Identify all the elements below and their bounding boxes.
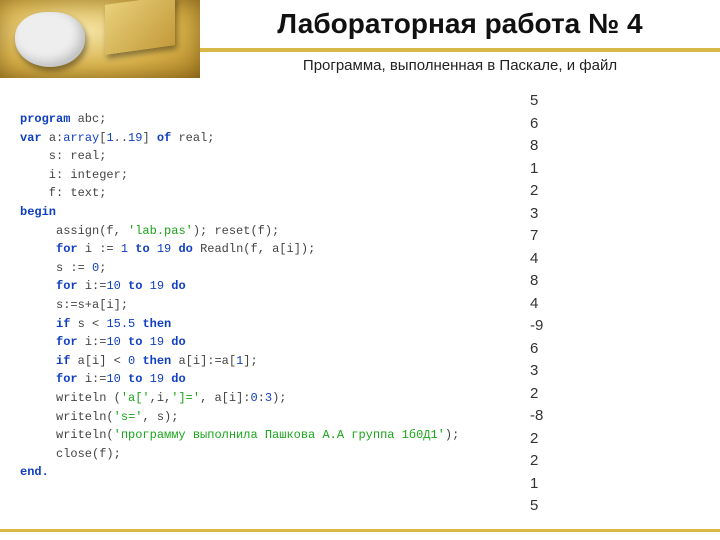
code-line: i: integer; [20, 166, 510, 185]
file-data-value: 2 [510, 428, 720, 451]
code-line: s: real; [20, 147, 510, 166]
logo-image [0, 0, 200, 78]
file-data-value: 4 [510, 248, 720, 271]
code-line: writeln('программу выполнила Пашкова А.А… [20, 426, 510, 445]
file-data-value: 7 [510, 225, 720, 248]
code-line: program abc; [20, 110, 510, 129]
code-line: writeln ('a[',i,']=', a[i]:0:3); [20, 389, 510, 408]
file-data-value: 3 [510, 360, 720, 383]
file-data-value: 2 [510, 180, 720, 203]
file-data-value: 8 [510, 270, 720, 293]
file-data-value: -8 [510, 405, 720, 428]
code-line: if s < 15.5 then [20, 315, 510, 334]
file-data-value: 1 [510, 158, 720, 181]
code-line: f: text; [20, 184, 510, 203]
file-data-column: 5681237484-9632-82215 [510, 90, 720, 525]
slide-content: program abc;var a:array[1..19] of real; … [0, 90, 720, 525]
pascal-code-block: program abc;var a:array[1..19] of real; … [0, 90, 510, 525]
slide-title: Лабораторная работа № 4 [277, 8, 642, 40]
footer-accent-line [0, 529, 720, 532]
file-data-value: 5 [510, 90, 720, 113]
code-line: for i:=10 to 19 do [20, 277, 510, 296]
file-data-value: 4 [510, 293, 720, 316]
code-line: var a:array[1..19] of real; [20, 129, 510, 148]
file-data-value: 5 [510, 495, 720, 518]
title-bar: Лабораторная работа № 4 [200, 0, 720, 52]
slide-header: Лабораторная работа № 4 Программа, выпол… [0, 0, 720, 78]
file-data-value: 1 [510, 473, 720, 496]
slide-subtitle: Программа, выполненная в Паскале, и файл [303, 57, 617, 74]
code-line: s := 0; [20, 259, 510, 278]
code-line: s:=s+a[i]; [20, 296, 510, 315]
code-line: assign(f, 'lab.pas'); reset(f); [20, 222, 510, 241]
code-line: end. [20, 463, 510, 482]
file-data-value: 2 [510, 450, 720, 473]
subtitle-bar: Программа, выполненная в Паскале, и файл [200, 52, 720, 78]
mouse-icon [15, 12, 85, 67]
file-data-value: 6 [510, 113, 720, 136]
package-icon [105, 0, 175, 55]
code-line: begin [20, 203, 510, 222]
code-line: for i := 1 to 19 do Readln(f, a[i]); [20, 240, 510, 259]
code-line: close(f); [20, 445, 510, 464]
code-line: for i:=10 to 19 do [20, 370, 510, 389]
code-line: for i:=10 to 19 do [20, 333, 510, 352]
file-data-value: 2 [510, 383, 720, 406]
file-data-value: 3 [510, 203, 720, 226]
code-line: writeln('s=', s); [20, 408, 510, 427]
file-data-value: -9 [510, 315, 720, 338]
file-data-value: 8 [510, 135, 720, 158]
file-data-value: 6 [510, 338, 720, 361]
code-line: if a[i] < 0 then a[i]:=a[1]; [20, 352, 510, 371]
